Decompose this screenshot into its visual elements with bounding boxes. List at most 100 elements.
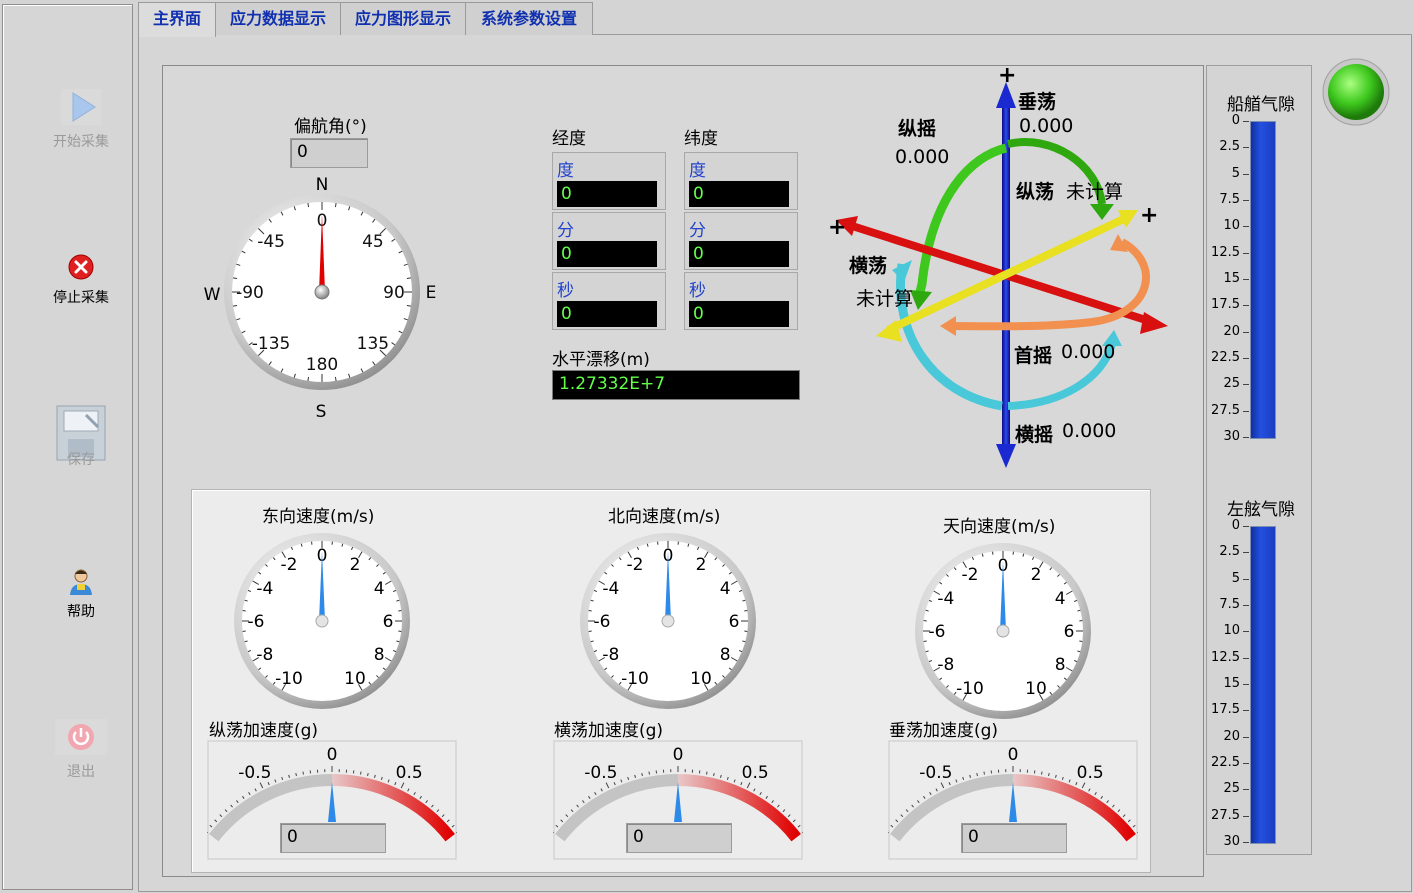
velocity-tick-label: -10 bbox=[275, 669, 303, 689]
heave-accel-value[interactable]: 0 bbox=[961, 823, 1067, 853]
compass-tick-label: 45 bbox=[362, 232, 384, 252]
velocity-tick-label: 10 bbox=[690, 669, 712, 689]
heading-title: 偏航角(°) bbox=[294, 117, 367, 137]
pitch-value: 0.000 bbox=[895, 146, 950, 168]
stop-acquisition-label: 停止采集 bbox=[53, 290, 109, 306]
velocity-tick-label: 6 bbox=[1064, 622, 1075, 642]
compass-south-label: S bbox=[316, 402, 327, 422]
tab-main[interactable]: 主界面 bbox=[138, 2, 216, 37]
accel-tick bbox=[360, 771, 362, 775]
heave-plus-sign: + bbox=[998, 64, 1016, 88]
compass-tick bbox=[406, 277, 411, 280]
air-gap-tick-label: 0 bbox=[1231, 518, 1240, 533]
latitude-deg-value[interactable]: 0 bbox=[689, 181, 789, 207]
compass-tick-label: -135 bbox=[252, 334, 291, 354]
air-gap-tick-label: 20 bbox=[1223, 728, 1240, 744]
sway-accel-value[interactable]: 0 bbox=[626, 823, 732, 853]
latitude-sec-value[interactable]: 0 bbox=[689, 301, 789, 327]
air-gap-tick bbox=[1243, 279, 1249, 280]
north-velocity-gauge: 0246810-10-8-6-4-2 bbox=[580, 533, 756, 709]
air-gap-tick-label: 22.5 bbox=[1211, 350, 1240, 365]
velocity-tick-label: -8 bbox=[256, 645, 273, 665]
longitude-deg-unit: 度 bbox=[557, 161, 574, 181]
air-gap-tick bbox=[1243, 200, 1249, 201]
stop-acquisition-button[interactable]: 停止采集 bbox=[41, 253, 121, 307]
compass-tick bbox=[233, 277, 238, 280]
tab-system-settings[interactable]: 系统参数设置 bbox=[465, 2, 593, 35]
velocity-tick-label: -6 bbox=[248, 612, 265, 632]
heave-label: 垂荡 bbox=[1018, 91, 1057, 113]
velocity-tick-label: -2 bbox=[962, 565, 979, 585]
air-gap-tick bbox=[1243, 526, 1249, 527]
longitude-min-value[interactable]: 0 bbox=[557, 241, 657, 267]
air-gap-tick bbox=[1243, 710, 1249, 712]
latitude-min-unit: 分 bbox=[689, 221, 706, 241]
air-gap-tick-label: 2.5 bbox=[1219, 544, 1240, 560]
velocity-tick-label: -4 bbox=[602, 579, 619, 599]
velocity-tick-label: 8 bbox=[374, 645, 385, 665]
heading-value-field[interactable]: 0 bbox=[290, 138, 368, 168]
compass-tick-label: -45 bbox=[257, 232, 285, 252]
air-gap-tick bbox=[1243, 121, 1249, 122]
longitude-sec-value[interactable]: 0 bbox=[557, 301, 657, 327]
air-gap-tick-label: 30 bbox=[1223, 429, 1240, 444]
compass-tick bbox=[334, 376, 337, 381]
exit-button[interactable]: 退出 bbox=[41, 719, 121, 781]
tab-stress-data[interactable]: 应力数据显示 bbox=[215, 2, 341, 35]
start-acquisition-button[interactable]: 开始采集 bbox=[41, 89, 121, 151]
air-gap-tick-label: 7.5 bbox=[1219, 597, 1240, 612]
air-gap-tick bbox=[1243, 631, 1249, 633]
air-gap-tick-label: 15 bbox=[1223, 271, 1240, 286]
tab-stress-graph[interactable]: 应力图形显示 bbox=[340, 2, 466, 35]
velocity-tick-label: 2 bbox=[1031, 565, 1042, 585]
longitude-title: 经度 bbox=[552, 129, 586, 149]
velocity-tick-label: -2 bbox=[627, 555, 644, 575]
help-button[interactable]: 帮助 bbox=[41, 567, 121, 621]
accel-tick bbox=[713, 773, 715, 777]
velocity-tick-label: 2 bbox=[696, 555, 707, 575]
velocity-tick-label: 4 bbox=[720, 579, 731, 599]
air-gap-tick bbox=[1243, 684, 1249, 685]
longitude-deg-value[interactable]: 0 bbox=[557, 181, 657, 207]
accel-tick bbox=[648, 771, 650, 775]
stop-icon bbox=[68, 254, 94, 280]
latitude-min-value[interactable]: 0 bbox=[689, 241, 789, 267]
yaw-arrowhead-left bbox=[940, 316, 956, 336]
air-gap-tick bbox=[1243, 437, 1249, 438]
latitude-deg-cell: 度 0 bbox=[684, 152, 798, 210]
air-gap-tick bbox=[1243, 552, 1249, 554]
air-gap-tick-label: 20 bbox=[1223, 323, 1240, 339]
air-gap-tick bbox=[1243, 305, 1249, 307]
accel-tick-label: 0.5 bbox=[396, 763, 423, 783]
heave-accel-title: 垂荡加速度(g) bbox=[889, 721, 999, 741]
start-acquisition-label: 开始采集 bbox=[53, 134, 109, 150]
accel-tick-label: -0.5 bbox=[584, 763, 617, 783]
air-gap-tick-label: 17.5 bbox=[1211, 297, 1240, 313]
surge-accel-value[interactable]: 0 bbox=[280, 823, 386, 853]
air-gap-tick-label: 30 bbox=[1223, 834, 1240, 849]
status-led bbox=[1322, 58, 1390, 126]
air-gap-tick-label: 27.5 bbox=[1211, 807, 1240, 823]
air-gap-tick bbox=[1243, 358, 1249, 359]
accel-tick-label: 0.5 bbox=[742, 763, 769, 783]
air-gap-bar-fill bbox=[1250, 121, 1276, 439]
air-gap-tick bbox=[1243, 815, 1249, 817]
exit-label: 退出 bbox=[67, 764, 95, 780]
heave-value: 0.000 bbox=[1019, 115, 1074, 137]
save-button[interactable]: 保存 bbox=[41, 405, 121, 469]
latitude-deg-unit: 度 bbox=[689, 161, 706, 181]
velocity-tick-label: 6 bbox=[729, 612, 740, 632]
air-gap-tick-label: 2.5 bbox=[1219, 139, 1240, 155]
velocity-tick-label: 8 bbox=[1055, 655, 1066, 675]
sway-plus-sign: + bbox=[828, 215, 846, 240]
accel-tick bbox=[641, 773, 643, 777]
air-gap-tick bbox=[1243, 736, 1249, 738]
latitude-title: 纬度 bbox=[684, 129, 718, 149]
air-gap-tick bbox=[1243, 147, 1249, 149]
latitude-sec-unit: 秒 bbox=[689, 281, 706, 301]
horizontal-drift-value[interactable]: 1.27332E+7 bbox=[552, 370, 800, 400]
compass-tick-label: 90 bbox=[383, 283, 405, 303]
velocity-tick-label: 2 bbox=[350, 555, 361, 575]
surge-plus-sign: + bbox=[1140, 203, 1158, 228]
velocity-tick-label: -6 bbox=[594, 612, 611, 632]
